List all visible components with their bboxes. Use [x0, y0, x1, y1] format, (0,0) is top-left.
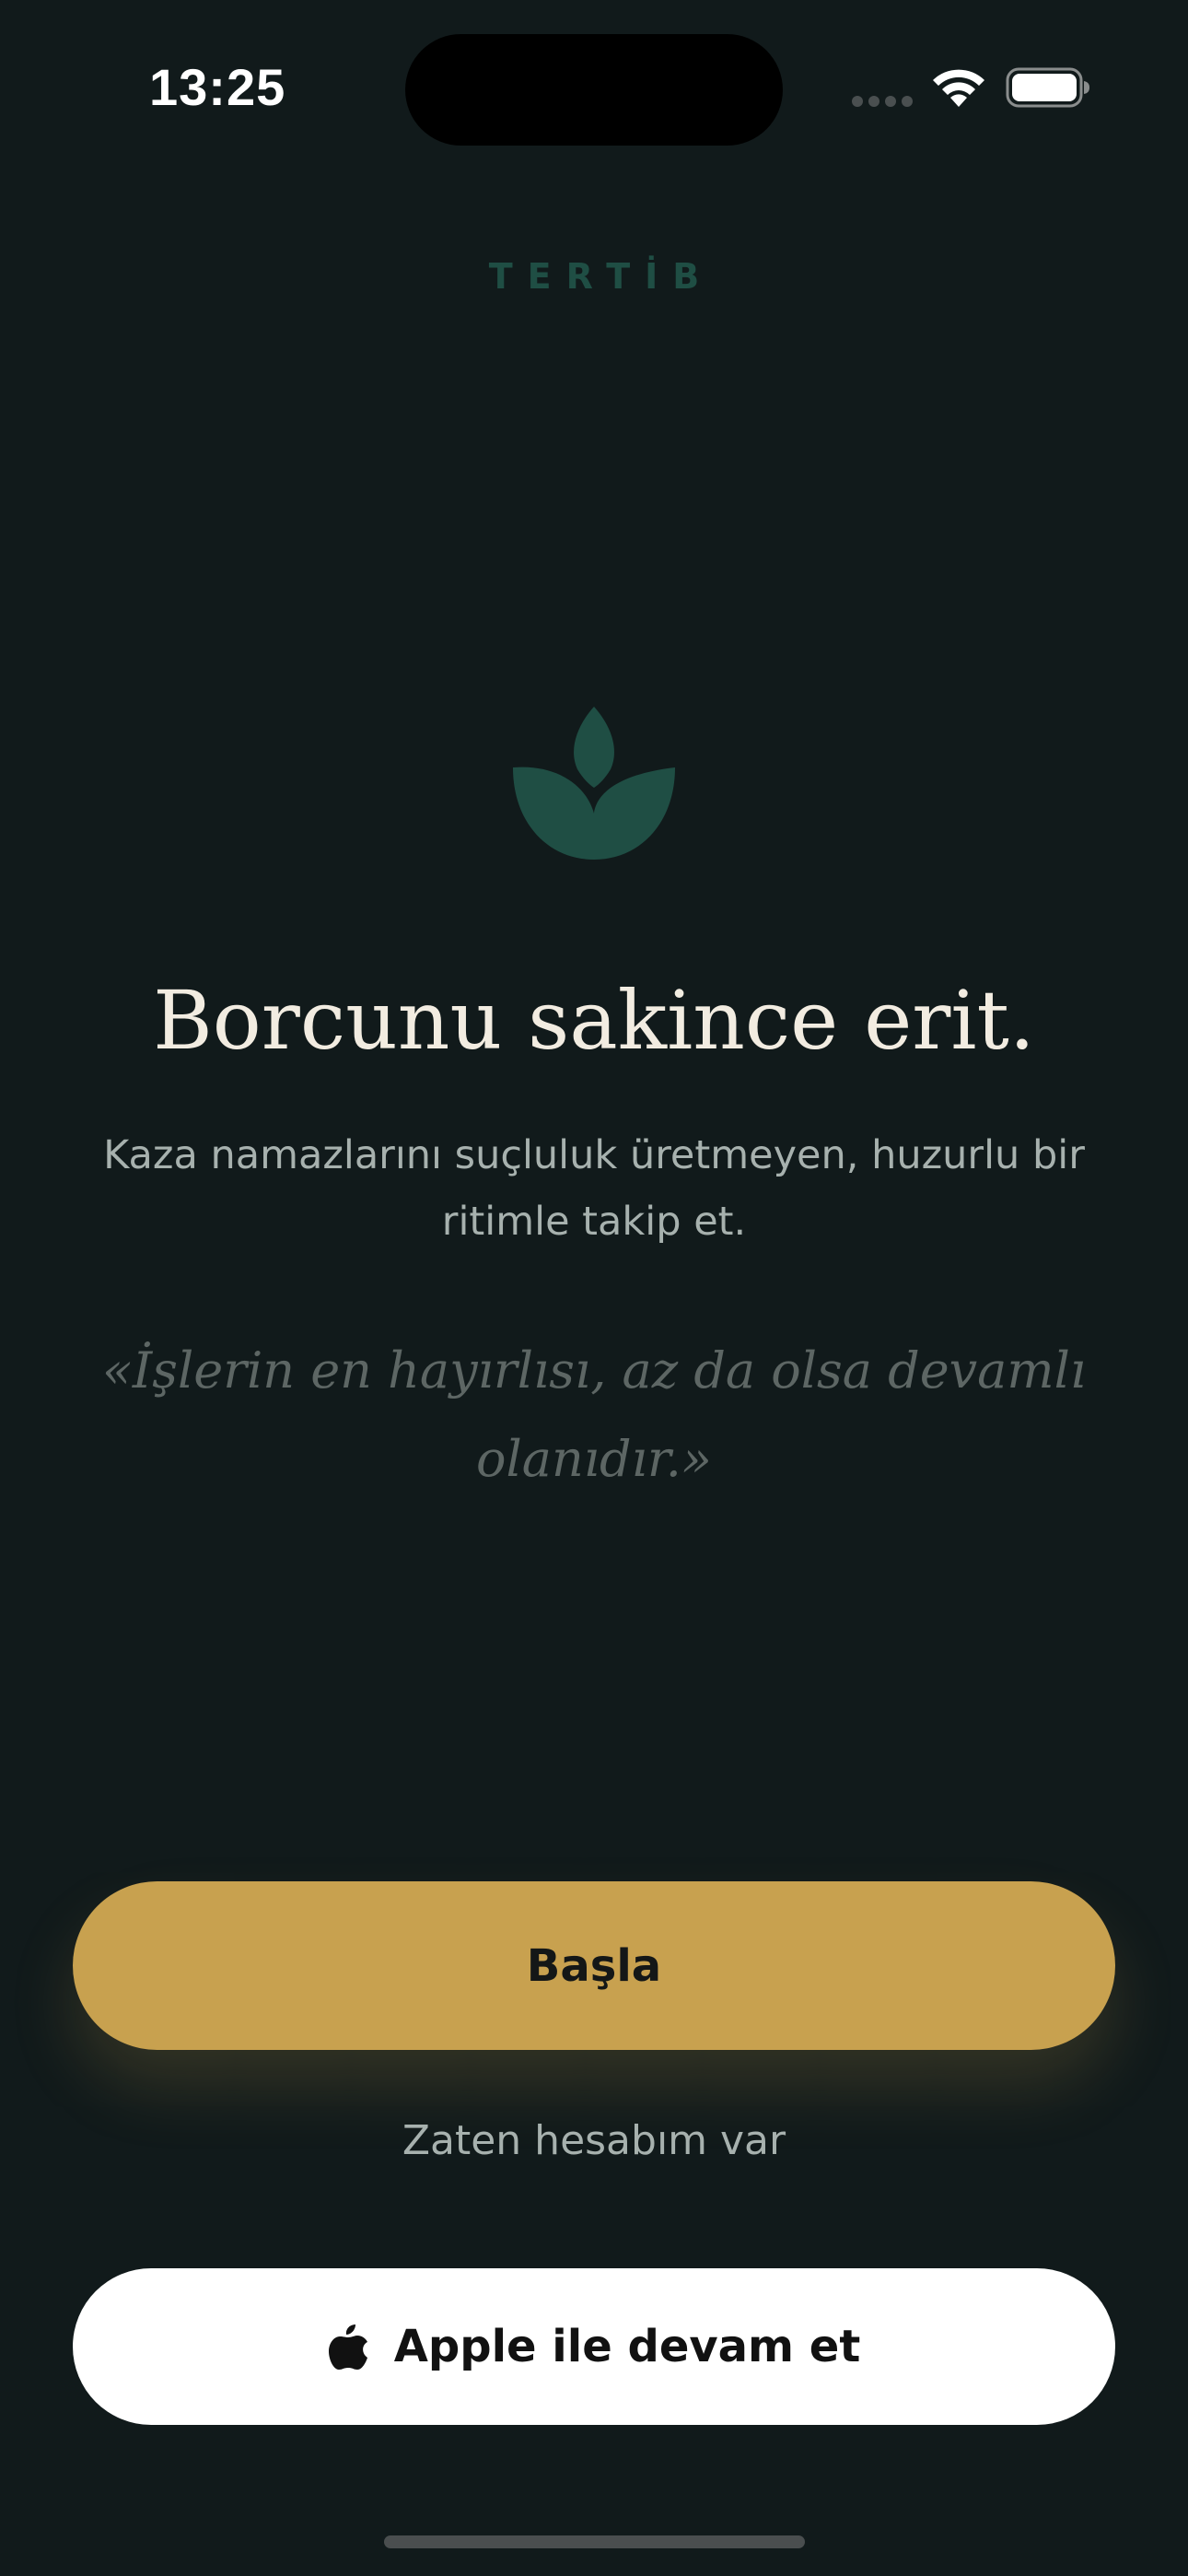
apple-button-label: Apple ile devam et: [393, 2321, 861, 2372]
apple-icon: [328, 2324, 367, 2370]
home-indicator[interactable]: [384, 2535, 805, 2548]
page-title: Borcunu sakince erit.: [153, 973, 1035, 1068]
start-button[interactable]: Başla: [73, 1881, 1115, 2050]
hadith-quote: «İşlerin en hayırlısı, az da olsa devaml…: [101, 1341, 1087, 1488]
start-button-label: Başla: [526, 1939, 662, 1992]
leaf-icon: [513, 707, 675, 860]
subtitle: Kaza namazlarını suçluluk üretmeyen, huz…: [103, 1132, 1085, 1245]
signal-icon: [852, 96, 913, 107]
dynamic-island: [405, 34, 783, 146]
apple-sign-in-button[interactable]: Apple ile devam et: [73, 2268, 1115, 2425]
brand-wordmark: TERTİB: [488, 256, 715, 297]
wifi-icon: [933, 69, 984, 107]
battery-icon: [1006, 67, 1089, 108]
existing-account-link[interactable]: Zaten hesabım var: [0, 2117, 1188, 2164]
status-time: 13:25: [149, 58, 286, 116]
